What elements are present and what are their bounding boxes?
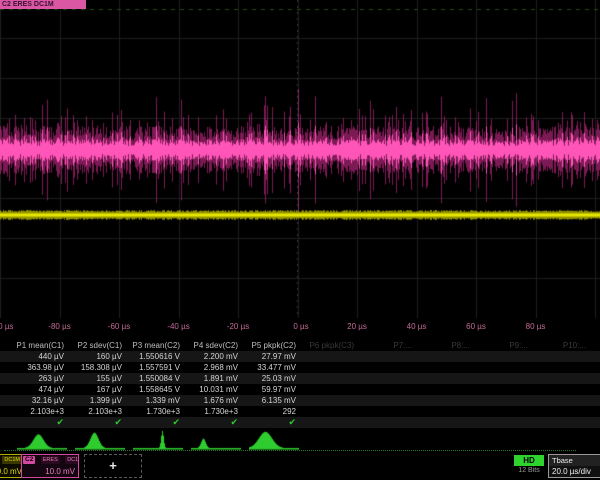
measure-cell: 363.98 µV — [13, 362, 71, 373]
histicon-p3[interactable] — [133, 430, 183, 450]
measure-cell: 10.031 mV — [187, 384, 245, 395]
measure-cell: 27.97 mV — [245, 351, 303, 362]
measure-header-p7[interactable]: P7:... — [361, 340, 419, 351]
measure-row-status: ✔ ✔ ✔ ✔ ✔ — [0, 417, 600, 428]
measure-cell: 158.308 µV — [71, 362, 129, 373]
measure-cell: 1.557591 V — [129, 362, 187, 373]
measure-cell: 1.558645 V — [129, 384, 187, 395]
measure-header-p2[interactable]: P2 sdev(C1) — [71, 340, 129, 351]
measure-cell: 263 µV — [13, 373, 71, 384]
measure-row-max: 474 µV 167 µV 1.558645 V 10.031 mV 59.97… — [0, 384, 600, 395]
bottom-bar: DC1M 10.0 mV C2 ERES DC1M 10.0 mV + HD 1… — [0, 453, 600, 480]
measure-cell: 1.730e+3 — [187, 406, 245, 417]
measure-cell: 292 — [245, 406, 303, 417]
measure-cell: 6.135 mV — [245, 395, 303, 406]
measure-cell: 33.477 mV — [245, 362, 303, 373]
histicon-p4[interactable] — [191, 430, 241, 450]
measure-cell: 1.550084 V — [129, 373, 187, 384]
measure-cell: 1.339 mV — [129, 395, 187, 406]
timebase-descriptor-box[interactable]: Tbase 20.0 µs/div — [548, 454, 600, 478]
time-axis-label: 20 µs — [347, 322, 367, 331]
measure-row-mean: 363.98 µV 158.308 µV 1.557591 V 2.968 mV… — [0, 362, 600, 373]
measure-cell: 25.03 mV — [245, 373, 303, 384]
measure-cell: 167 µV — [71, 384, 129, 395]
grid-canvas — [0, 0, 600, 318]
time-axis-label: -20 µs — [227, 322, 249, 331]
c2-coupling-badge: DC1M — [65, 456, 79, 464]
measure-header-p5[interactable]: P5 pkpk(C2) — [245, 340, 303, 351]
c1-scale-value: 10.0 mV — [0, 467, 22, 476]
timebase-title: Tbase — [549, 455, 600, 466]
measure-cell: 1.730e+3 — [129, 406, 187, 417]
time-axis-label: -100 µs — [0, 322, 13, 331]
measure-cell: 59.97 mV — [245, 384, 303, 395]
timebase-value: 20.0 µs/div — [549, 466, 600, 477]
oscilloscope-screen: C2 ERES DC1M -100 µs -80 µs -60 µs -40 µ… — [0, 0, 600, 480]
histicon-p5[interactable] — [249, 430, 299, 450]
hd-bits-label: 12 Bits — [508, 467, 550, 474]
measure-cell: 474 µV — [13, 384, 71, 395]
measure-cell: 160 µV — [71, 351, 129, 362]
measure-cell: 1.891 mV — [187, 373, 245, 384]
measure-row-sdev: 32.16 µV 1.399 µV 1.339 mV 1.676 mV 6.13… — [0, 395, 600, 406]
status-check-icon: ✔ — [13, 417, 71, 428]
waveform-grid: C2 ERES DC1M — [0, 0, 600, 318]
measure-header-p6[interactable]: P6 pkpk(C3) — [303, 340, 361, 351]
measure-cell: 1.399 µV — [71, 395, 129, 406]
c2-trace-label[interactable]: C2 ERES DC1M — [0, 0, 86, 9]
measure-header-p8[interactable]: P8:... — [419, 340, 477, 351]
measure-row-min: 263 µV 155 µV 1.550084 V 1.891 mV 25.03 … — [0, 373, 600, 384]
status-check-icon: ✔ — [129, 417, 187, 428]
measure-header-p4[interactable]: P4 sdev(C2) — [187, 340, 245, 351]
time-axis-label: 40 µs — [407, 322, 427, 331]
measure-cell: 2.103e+3 — [13, 406, 71, 417]
histogram-baseline — [4, 450, 576, 451]
histicon-p1[interactable] — [17, 430, 67, 450]
measure-cell: 32.16 µV — [13, 395, 71, 406]
measure-row-value: 440 µV 160 µV 1.550616 V 2.200 mV 27.97 … — [0, 351, 600, 362]
measure-cell: 1.550616 V — [129, 351, 187, 362]
time-axis-label: 0 µs — [293, 322, 308, 331]
c1-coupling-badge: DC1M — [2, 456, 22, 464]
add-trace-button[interactable]: + — [84, 454, 142, 478]
time-axis-label: 80 µs — [526, 322, 546, 331]
status-check-icon: ✔ — [71, 417, 129, 428]
measure-row-num: 2.103e+3 2.103e+3 1.730e+3 1.730e+3 292 — [0, 406, 600, 417]
c2-eres-badge: ERES — [41, 456, 60, 464]
status-check-icon: ✔ — [245, 417, 303, 428]
time-axis-label: -60 µs — [108, 322, 130, 331]
measure-cell: 2.968 mV — [187, 362, 245, 373]
measure-cell: 440 µV — [13, 351, 71, 362]
time-axis-label: 60 µs — [466, 322, 486, 331]
c2-channel-badge: C2 — [23, 456, 35, 464]
measure-cell: 1.676 mV — [187, 395, 245, 406]
measure-header-p10[interactable]: P10:... — [535, 340, 593, 351]
measure-header-p3[interactable]: P3 mean(C2) — [129, 340, 187, 351]
time-axis-label: -40 µs — [167, 322, 189, 331]
measure-header-p1[interactable]: P1 mean(C1) — [13, 340, 71, 351]
c2-descriptor-box[interactable]: C2 ERES DC1M 10.0 mV — [21, 454, 79, 478]
histicon-p2[interactable] — [75, 430, 125, 450]
histicon-strip — [0, 430, 600, 452]
measure-cell: 155 µV — [71, 373, 129, 384]
time-axis: -100 µs -80 µs -60 µs -40 µs -20 µs 0 µs… — [0, 318, 600, 334]
hd-mode-badge[interactable]: HD — [514, 455, 544, 466]
status-check-icon: ✔ — [187, 417, 245, 428]
c2-scale-value: 10.0 mV — [45, 467, 75, 476]
measure-header-p9[interactable]: P9:... — [477, 340, 535, 351]
measure-header-row: P1 mean(C1) P2 sdev(C1) P3 mean(C2) P4 s… — [0, 340, 600, 351]
measure-cell: 2.103e+3 — [71, 406, 129, 417]
time-axis-label: -80 µs — [48, 322, 70, 331]
measure-cell: 2.200 mV — [187, 351, 245, 362]
